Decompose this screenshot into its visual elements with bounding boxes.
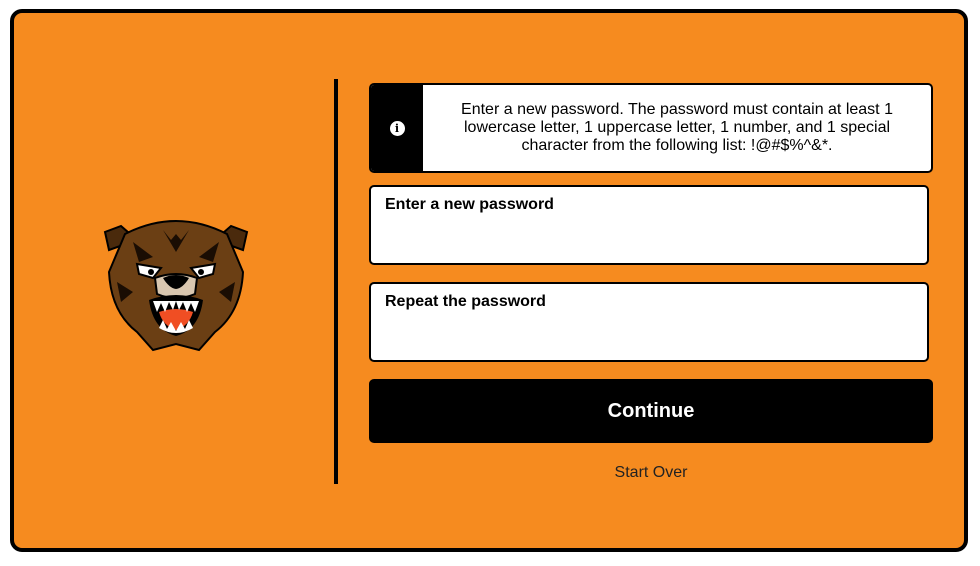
new-password-input[interactable] — [385, 225, 913, 255]
password-requirements-text: Enter a new password. The password must … — [461, 101, 893, 154]
repeat-password-label: Repeat the password — [385, 293, 546, 310]
password-requirements-notice: i Enter a new password. The password mus… — [369, 83, 933, 173]
repeat-password-field[interactable]: Repeat the password — [369, 282, 929, 362]
info-icon: i — [389, 120, 405, 136]
info-icon-column: i — [371, 85, 423, 171]
new-password-label: Enter a new password — [385, 196, 554, 213]
new-password-field[interactable]: Enter a new password — [369, 185, 929, 265]
bear-mascot-icon — [103, 220, 249, 352]
vertical-divider — [334, 79, 338, 484]
repeat-password-input[interactable] — [385, 322, 913, 352]
continue-button[interactable]: Continue — [369, 379, 933, 443]
page-container: i Enter a new password. The password mus… — [10, 9, 968, 552]
start-over-link[interactable]: Start Over — [369, 464, 933, 482]
